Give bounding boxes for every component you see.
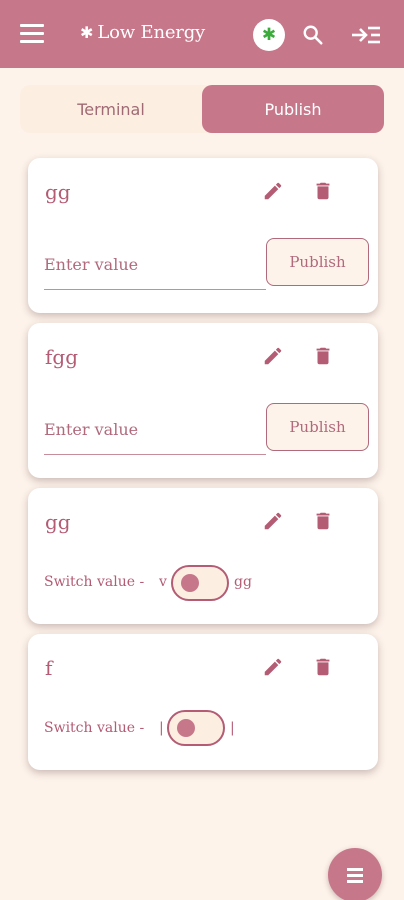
switch-on-value: | bbox=[230, 720, 235, 736]
switch-toggle[interactable] bbox=[171, 565, 229, 601]
publish-card: gg Publish bbox=[28, 158, 378, 313]
menu-icon bbox=[347, 880, 363, 883]
menu-icon[interactable] bbox=[20, 24, 44, 44]
switch-card: f Switch value - | | bbox=[28, 634, 378, 770]
delete-icon[interactable] bbox=[312, 180, 334, 202]
card-title: gg bbox=[45, 180, 71, 204]
switch-card: gg Switch value - v gg bbox=[28, 488, 378, 624]
tab-bar: Terminal Publish bbox=[20, 85, 384, 133]
bluetooth-icon: ✱ bbox=[80, 23, 94, 42]
switch-toggle[interactable] bbox=[167, 710, 225, 746]
edit-icon[interactable] bbox=[262, 510, 284, 532]
publish-card: fgg Publish bbox=[28, 323, 378, 478]
value-input[interactable] bbox=[44, 405, 266, 455]
edit-icon[interactable] bbox=[262, 656, 284, 678]
app-title: Low Energy bbox=[97, 22, 206, 43]
switch-knob bbox=[181, 574, 199, 592]
switch-label: Switch value - bbox=[44, 720, 145, 736]
search-icon[interactable] bbox=[302, 24, 324, 46]
menu-fab[interactable] bbox=[328, 848, 382, 900]
delete-icon[interactable] bbox=[312, 656, 334, 678]
switch-knob bbox=[177, 719, 195, 737]
value-input[interactable] bbox=[44, 240, 266, 290]
switch-off-value: v bbox=[159, 574, 167, 590]
menu-icon bbox=[347, 874, 363, 877]
delete-icon[interactable] bbox=[312, 345, 334, 367]
card-title: gg bbox=[45, 510, 71, 534]
tab-publish[interactable]: Publish bbox=[202, 85, 384, 133]
switch-on-value: gg bbox=[234, 574, 252, 590]
switch-off-value: | bbox=[159, 720, 164, 736]
app-bar: ✱ Low Energy ✱ bbox=[0, 0, 404, 68]
edit-icon[interactable] bbox=[262, 345, 284, 367]
menu-icon bbox=[347, 868, 363, 871]
bluetooth-connected-icon[interactable]: ✱ bbox=[253, 19, 285, 51]
login-icon[interactable] bbox=[351, 24, 381, 46]
tab-terminal[interactable]: Terminal bbox=[20, 85, 202, 133]
switch-label: Switch value - bbox=[44, 574, 145, 590]
publish-button[interactable]: Publish bbox=[266, 238, 369, 286]
app-title-group: ✱ Low Energy bbox=[80, 22, 205, 43]
card-title: fgg bbox=[45, 345, 79, 369]
edit-icon[interactable] bbox=[262, 180, 284, 202]
card-title: f bbox=[45, 656, 53, 680]
delete-icon[interactable] bbox=[312, 510, 334, 532]
publish-button[interactable]: Publish bbox=[266, 403, 369, 451]
